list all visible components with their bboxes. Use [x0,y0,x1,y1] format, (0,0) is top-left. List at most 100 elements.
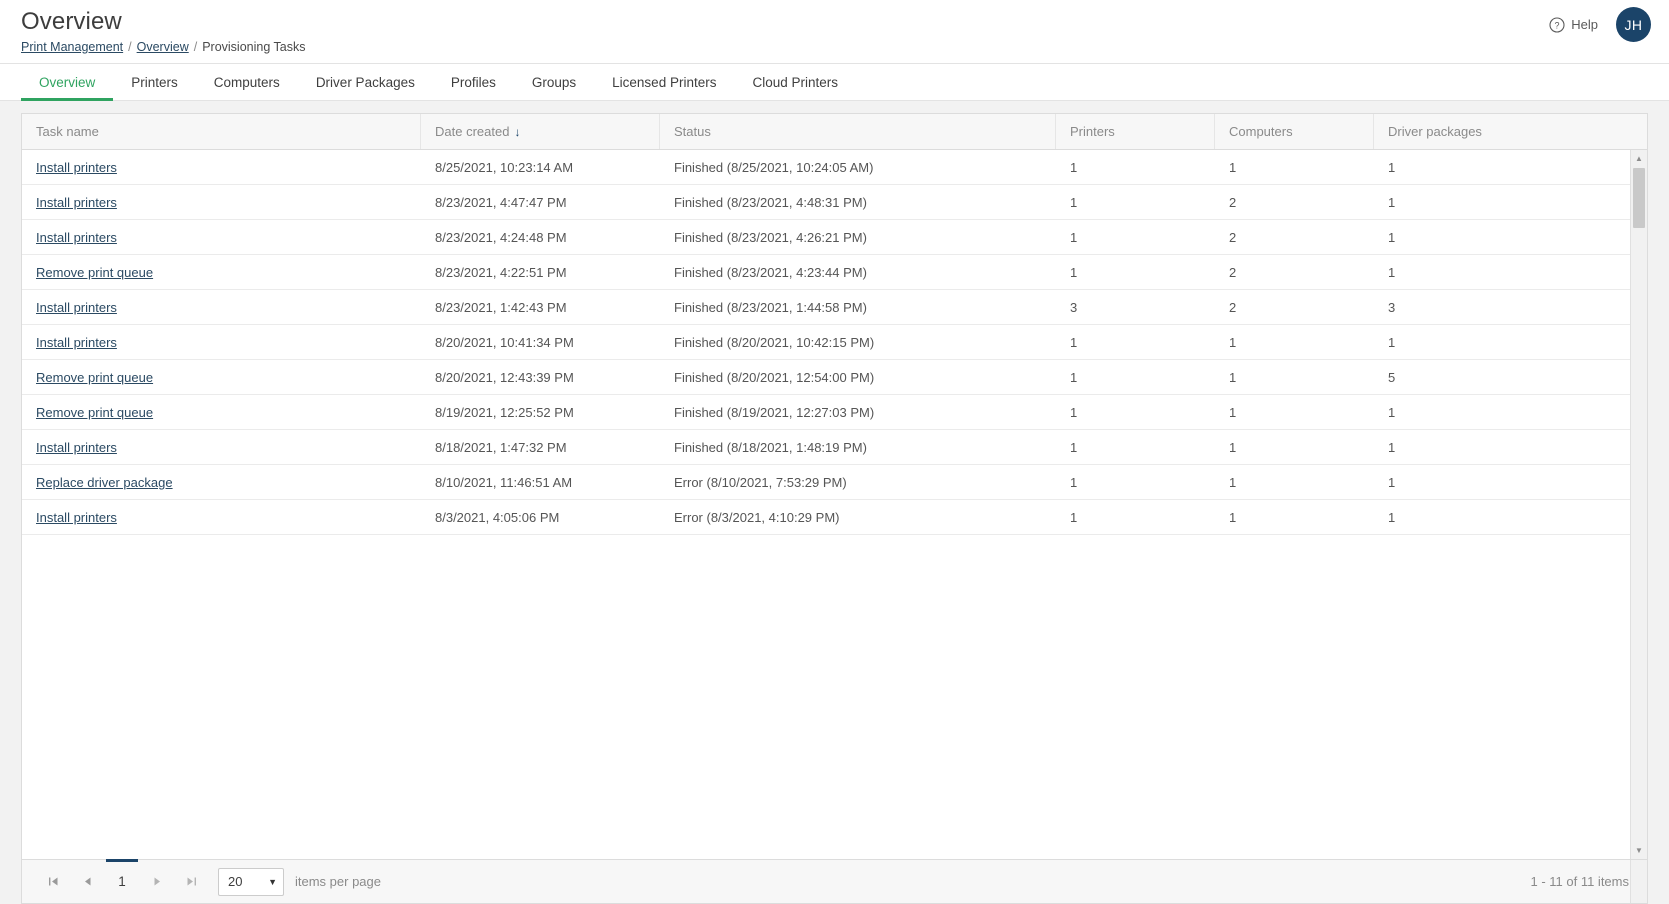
table-row[interactable]: Install printers8/23/2021, 4:47:47 PMFin… [22,185,1630,220]
cell-status: Error (8/10/2021, 7:53:29 PM) [660,465,1056,500]
cell-text: 8/19/2021, 12:25:52 PM [435,405,574,420]
breadcrumb-item-overview[interactable]: Overview [137,39,189,55]
column-header-computers[interactable]: Computers [1215,114,1374,149]
tab-cloud-printers[interactable]: Cloud Printers [734,64,856,100]
column-header-status[interactable]: Status [660,114,1056,149]
page-title: Overview [21,7,1669,37]
tab-driver-packages[interactable]: Driver Packages [298,64,433,100]
tab-printers[interactable]: Printers [113,64,196,100]
tab-profiles[interactable]: Profiles [433,64,514,100]
cell-text: 5 [1388,370,1395,385]
task-name-link[interactable]: Remove print queue [36,405,153,420]
column-header-printers[interactable]: Printers [1056,114,1215,149]
cell-date-created: 8/10/2021, 11:46:51 AM [421,465,660,500]
previous-page-icon [82,876,93,887]
cell-text: 1 [1229,510,1236,525]
column-header-label: Printers [1070,124,1115,139]
cell-text: 1 [1229,370,1236,385]
cell-text: 2 [1229,265,1236,280]
cell-status: Finished (8/23/2021, 4:26:21 PM) [660,220,1056,255]
cell-text: 1 [1229,440,1236,455]
tab-overview[interactable]: Overview [21,64,113,100]
tab-computers[interactable]: Computers [196,64,298,100]
column-header-task-name[interactable]: Task name [22,114,421,149]
cell-date-created: 8/20/2021, 12:43:39 PM [421,360,660,395]
cell-text: 1 [1388,405,1395,420]
cell-driver-packages: 1 [1374,395,1630,430]
cell-text: Finished (8/23/2021, 1:44:58 PM) [674,300,867,315]
help-button[interactable]: ? Help [1549,17,1598,33]
cell-driver-packages: 1 [1374,150,1630,185]
cell-text: 1 [1229,160,1236,175]
table-row[interactable]: Install printers8/23/2021, 4:24:48 PMFin… [22,220,1630,255]
task-name-link[interactable]: Replace driver package [36,475,173,490]
column-header-driver-packages[interactable]: Driver packages [1374,114,1647,149]
first-page-icon [48,876,59,887]
scroll-up-icon[interactable]: ▲ [1631,150,1647,167]
task-name-link[interactable]: Install printers [36,300,117,315]
task-name-link[interactable]: Install printers [36,510,117,525]
table-header-row: Task nameDate created↓Status Printers Comp… [22,114,1647,150]
cell-computers: 1 [1215,500,1374,535]
task-name-link[interactable]: Install printers [36,440,117,455]
task-name-link[interactable]: Install printers [36,230,117,245]
cell-text: Finished (8/20/2021, 10:42:15 PM) [674,335,874,350]
cell-driver-packages: 1 [1374,500,1630,535]
pager-range-text: 1 - 11 of 11 items [1530,874,1633,889]
table-row[interactable]: Install printers 8/23/2021, 1:42:43 PM Fin… [22,290,1630,325]
cell-text: Finished (8/23/2021, 4:48:31 PM) [674,195,867,210]
table-row[interactable]: Install printers8/3/2021, 4:05:06 PMErro… [22,500,1630,535]
table-row[interactable]: Remove print queue 8/19/2021, 12:25:52 PM… [22,395,1630,430]
task-name-link[interactable]: Install printers [36,335,117,350]
breadcrumb-item-print-management[interactable]: Print Management [21,39,123,55]
cell-computers: 1 [1215,150,1374,185]
table-row[interactable]: Remove print queue 8/20/2021, 12:43:39 PM… [22,360,1630,395]
cell-computers: 1 [1215,395,1374,430]
task-name-link[interactable]: Install printers [36,160,117,175]
cell-printers: 1 [1056,430,1215,465]
cell-status: Finished (8/23/2021, 1:44:58 PM) [660,290,1056,325]
table-row[interactable]: Install printers8/20/2021, 10:41:34 PMFi… [22,325,1630,360]
column-header-date-created[interactable]: Date created↓ [421,114,660,149]
vertical-scrollbar[interactable]: ▲ ▼ [1630,150,1647,859]
cell-computers: 2 [1215,255,1374,290]
scrollbar-thumb[interactable] [1633,168,1645,228]
cell-text: 1 [1070,230,1077,245]
first-page-button[interactable] [36,860,70,903]
cell-text: 1 [1070,335,1077,350]
table-row[interactable]: Remove print queue8/23/2021, 4:22:51 PMF… [22,255,1630,290]
cell-text: Finished (8/23/2021, 4:26:21 PM) [674,230,867,245]
avatar[interactable]: JH [1616,7,1651,42]
tab-groups[interactable]: Groups [514,64,594,100]
cell-text: 1 [1388,440,1395,455]
cell-computers: 2 [1215,220,1374,255]
table-body: Install printers8/25/2021, 10:23:14 AMFi… [22,150,1630,859]
last-page-button[interactable] [174,860,208,903]
page-header: Overview Print Management / Overview / P… [0,0,1669,64]
cell-status: Finished (8/23/2021, 4:23:44 PM) [660,255,1056,290]
table-row[interactable]: Replace driver package 8/10/2021, 11:46:5… [22,465,1630,500]
cell-text: Finished (8/19/2021, 12:27:03 PM) [674,405,874,420]
task-name-link[interactable]: Install printers [36,195,117,210]
cell-text: 1 [1070,370,1077,385]
items-per-page-label: items per page [295,874,381,889]
table-row[interactable]: Install printers8/25/2021, 10:23:14 AMFi… [22,150,1630,185]
task-name-link[interactable]: Remove print queue [36,370,153,385]
scroll-down-icon[interactable]: ▼ [1631,842,1647,859]
task-name-link[interactable]: Remove print queue [36,265,153,280]
tab-label: Cloud Printers [752,75,838,90]
cell-text: Error (8/10/2021, 7:53:29 PM) [674,475,847,490]
table-row[interactable]: Install printers8/18/2021, 1:47:32 PMFin… [22,430,1630,465]
next-page-button[interactable] [140,860,174,903]
help-label: Help [1571,17,1598,32]
previous-page-button[interactable] [70,860,104,903]
cell-text: 1 [1070,510,1077,525]
items-per-page-select[interactable]: 20 ▼ [218,868,284,896]
page-button-1[interactable]: 1 [104,860,140,903]
cell-text: 1 [1070,265,1077,280]
cell-date-created: 8/23/2021, 1:42:43 PM [421,290,660,325]
tab-licensed-printers[interactable]: Licensed Printers [594,64,734,100]
cell-printers: 1 [1056,500,1215,535]
cell-text: 1 [1070,160,1077,175]
cell-status: Finished (8/23/2021, 4:48:31 PM) [660,185,1056,220]
